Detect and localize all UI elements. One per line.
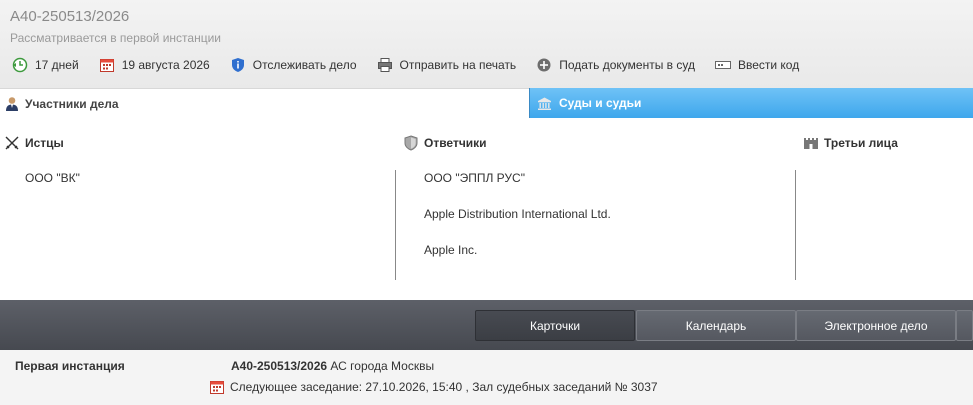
enter-code-label: Ввести код xyxy=(737,58,800,72)
instance-case-number: А40-250513/2026 xyxy=(231,359,328,373)
third-parties-title: Третьи лица xyxy=(824,136,898,150)
instance-label: Первая инстанция xyxy=(15,359,125,373)
submit-documents-label: Подать документы в суд xyxy=(559,58,695,72)
plaintiffs-list: ООО "ВК" xyxy=(25,170,80,280)
days-counter: 17 дней xyxy=(12,57,79,73)
instance-case[interactable]: А40-250513/2026 АС города Москвы xyxy=(231,359,434,373)
third-parties-column: Третьи лица xyxy=(802,130,973,290)
date-label: 19 августа 2026 xyxy=(121,58,210,72)
defendants-header: Ответчики xyxy=(402,130,792,156)
plaintiffs-header: Истцы xyxy=(3,130,393,156)
instance-court: АС города Москвы xyxy=(327,359,435,373)
tab-participants-label: Участники дела xyxy=(25,96,119,111)
plaintiffs-title: Истцы xyxy=(25,136,64,150)
defendant-item[interactable]: Apple Distribution International Ltd. xyxy=(424,206,611,242)
print-label: Отправить на печать xyxy=(399,58,517,72)
date-item[interactable]: 19 августа 2026 xyxy=(99,57,210,73)
column-divider xyxy=(795,170,796,280)
next-session: Следующее заседание: 27.10.2026, 15:40 ,… xyxy=(209,379,658,395)
case-toolbar: 17 дней 19 августа 2026 Отслеживать дело… xyxy=(0,55,807,75)
electronic-case-button[interactable]: Электронное дело xyxy=(796,310,956,341)
plaintiff-item[interactable]: ООО "ВК" xyxy=(25,170,80,206)
third-parties-header: Третьи лица xyxy=(802,130,973,156)
participants-columns: Истцы ООО "ВК" Ответчики ООО "ЭППЛ РУС" … xyxy=(0,130,973,290)
tab-participants[interactable]: Участники дела xyxy=(0,88,529,118)
courthouse-icon xyxy=(537,96,552,111)
instance-footer: Первая инстанция А40-250513/2026 АС горо… xyxy=(0,350,973,405)
track-case-label: Отслеживать дело xyxy=(252,58,357,72)
crossed-swords-icon xyxy=(3,135,21,151)
keyboard-icon xyxy=(714,57,731,73)
defendants-list: ООО "ЭППЛ РУС" Apple Distribution Intern… xyxy=(424,170,611,280)
more-tab-button[interactable] xyxy=(956,310,973,341)
defendants-title: Ответчики xyxy=(424,136,487,150)
printer-icon xyxy=(377,57,393,73)
plaintiffs-column: Истцы ООО "ВК" xyxy=(3,130,393,290)
defendant-item[interactable]: Apple Inc. xyxy=(424,242,611,278)
case-tabs: Участники дела Суды и судьи xyxy=(0,88,973,118)
calendar-icon xyxy=(99,57,115,73)
cards-button[interactable]: Карточки xyxy=(475,310,635,341)
print-button[interactable]: Отправить на печать xyxy=(377,57,517,73)
clock-icon xyxy=(12,57,28,73)
plus-circle-icon xyxy=(536,57,552,73)
tab-courts-judges[interactable]: Суды и судьи xyxy=(529,88,973,118)
submit-documents-button[interactable]: Подать документы в суд xyxy=(536,57,695,73)
calendar-button[interactable]: Календарь xyxy=(636,310,796,341)
case-status: Рассматривается в первой инстанции xyxy=(10,31,221,45)
shield-icon xyxy=(402,135,420,151)
days-label: 17 дней xyxy=(35,58,79,72)
shield-info-icon xyxy=(230,57,246,73)
tab-courts-label: Суды и судьи xyxy=(559,96,642,110)
bottom-navigation: Карточки Календарь Электронное дело xyxy=(0,300,973,350)
calendar-icon xyxy=(209,379,225,395)
next-session-text: Следующее заседание: 27.10.2026, 15:40 ,… xyxy=(230,380,658,394)
castle-icon xyxy=(802,135,820,151)
case-header: А40-250513/2026 Рассматривается в первой… xyxy=(0,0,973,88)
column-divider xyxy=(395,170,396,280)
person-icon xyxy=(5,96,19,112)
track-case-button[interactable]: Отслеживать дело xyxy=(230,57,357,73)
case-number: А40-250513/2026 xyxy=(10,8,130,25)
defendant-item[interactable]: ООО "ЭППЛ РУС" xyxy=(424,170,611,206)
enter-code-button[interactable]: Ввести код xyxy=(714,57,800,73)
defendants-column: Ответчики ООО "ЭППЛ РУС" Apple Distribut… xyxy=(402,130,792,290)
